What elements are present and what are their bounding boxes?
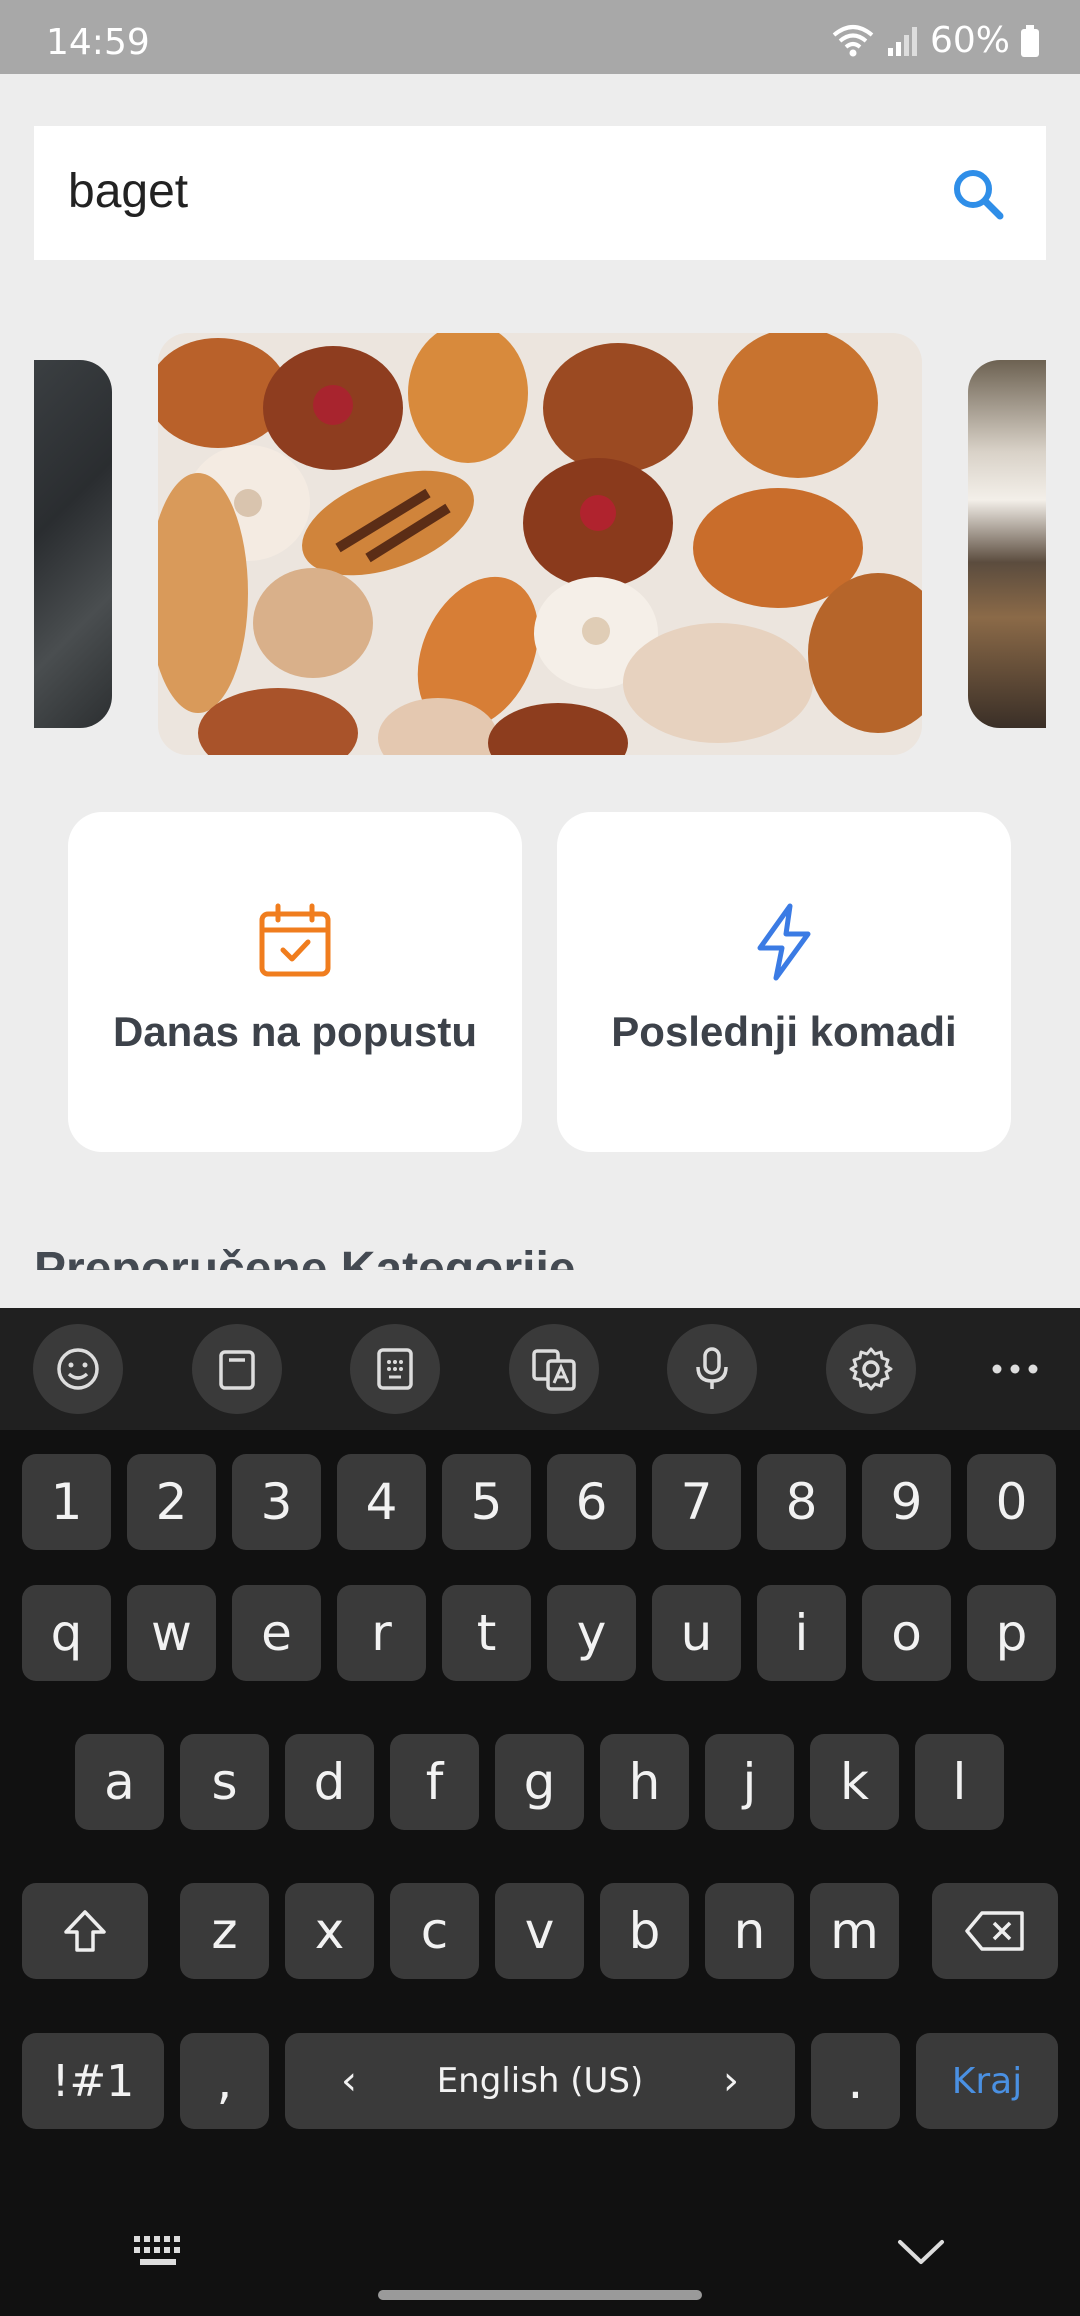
search-icon[interactable] xyxy=(950,166,1006,227)
translate-icon[interactable] xyxy=(509,1324,599,1414)
last-pieces-card[interactable]: Poslednji komadi xyxy=(557,812,1011,1152)
key-f[interactable]: f xyxy=(390,1734,479,1830)
key-c[interactable]: c xyxy=(390,1883,479,1979)
key-7[interactable]: 7 xyxy=(652,1454,741,1550)
key-q[interactable]: q xyxy=(22,1585,111,1681)
backspace-key[interactable] xyxy=(932,1883,1058,1979)
home-indicator[interactable] xyxy=(378,2290,702,2300)
key-z[interactable]: z xyxy=(180,1883,269,1979)
key-r[interactable]: r xyxy=(337,1585,426,1681)
key-6[interactable]: 6 xyxy=(547,1454,636,1550)
keyboard-switch-icon[interactable] xyxy=(132,2234,188,2275)
key-9[interactable]: 9 xyxy=(862,1454,951,1550)
hide-keyboard-icon[interactable] xyxy=(896,2236,946,2271)
calendar-check-icon xyxy=(256,902,334,985)
key-o[interactable]: o xyxy=(862,1585,951,1681)
symbols-key[interactable]: !#1 xyxy=(22,2033,164,2129)
period-key[interactable]: . xyxy=(811,2033,900,2129)
card-label: Poslednji komadi xyxy=(611,1008,957,1055)
status-time: 14:59 xyxy=(46,22,150,63)
key-j[interactable]: j xyxy=(705,1734,794,1830)
carousel-slide-pastries[interactable] xyxy=(158,333,922,755)
more-options-icon[interactable] xyxy=(970,1324,1060,1414)
key-y[interactable]: y xyxy=(547,1585,636,1681)
battery-percent: 60% xyxy=(929,20,1010,61)
space-key[interactable]: ‹ English (US) › xyxy=(285,2033,795,2129)
key-u[interactable]: u xyxy=(652,1585,741,1681)
key-0[interactable]: 0 xyxy=(967,1454,1056,1550)
key-l[interactable]: l xyxy=(915,1734,1004,1830)
section-title: Preporučene Kategorije xyxy=(34,1243,576,1270)
lightning-icon xyxy=(752,902,816,987)
key-3[interactable]: 3 xyxy=(232,1454,321,1550)
key-w[interactable]: w xyxy=(127,1585,216,1681)
key-n[interactable]: n xyxy=(705,1883,794,1979)
keypad-icon[interactable] xyxy=(350,1324,440,1414)
discounts-today-card[interactable]: Danas na popustu xyxy=(68,812,522,1152)
search-input[interactable]: baget xyxy=(68,164,188,219)
backspace-icon xyxy=(965,1911,1024,1951)
card-label: Danas na popustu xyxy=(112,1008,478,1055)
space-label: English (US) xyxy=(436,2061,644,2101)
key-t[interactable]: t xyxy=(442,1585,531,1681)
key-d[interactable]: d xyxy=(285,1734,374,1830)
search-bar[interactable]: baget xyxy=(34,126,1046,260)
key-8[interactable]: 8 xyxy=(757,1454,846,1550)
key-k[interactable]: k xyxy=(810,1734,899,1830)
key-i[interactable]: i xyxy=(757,1585,846,1681)
key-m[interactable]: m xyxy=(810,1883,899,1979)
settings-icon[interactable] xyxy=(826,1324,916,1414)
shift-key[interactable] xyxy=(22,1883,148,1979)
status-bar: 14:59 60% xyxy=(0,0,1080,74)
status-icons: 60% xyxy=(830,20,1040,61)
clipboard-icon[interactable] xyxy=(192,1324,282,1414)
key-1[interactable]: 1 xyxy=(22,1454,111,1550)
wifi-icon xyxy=(830,23,876,59)
pastries-image xyxy=(158,333,922,755)
carousel-slide-previous[interactable] xyxy=(34,360,112,728)
keyboard-toolbar xyxy=(0,1308,1080,1430)
key-v[interactable]: v xyxy=(495,1883,584,1979)
key-g[interactable]: g xyxy=(495,1734,584,1830)
carousel-slide-next[interactable] xyxy=(968,360,1046,728)
comma-key[interactable]: , xyxy=(180,2033,269,2129)
battery-icon xyxy=(1020,24,1040,58)
microphone-icon[interactable] xyxy=(667,1324,757,1414)
done-key[interactable]: Kraj xyxy=(916,2033,1058,2129)
cursor-left-icon: ‹ xyxy=(341,2058,357,2104)
key-h[interactable]: h xyxy=(600,1734,689,1830)
key-e[interactable]: e xyxy=(232,1585,321,1681)
shift-icon xyxy=(64,1910,106,1952)
key-2[interactable]: 2 xyxy=(127,1454,216,1550)
signal-icon xyxy=(886,24,920,58)
key-x[interactable]: x xyxy=(285,1883,374,1979)
emoji-icon[interactable] xyxy=(33,1324,123,1414)
key-a[interactable]: a xyxy=(75,1734,164,1830)
key-p[interactable]: p xyxy=(967,1585,1056,1681)
key-b[interactable]: b xyxy=(600,1883,689,1979)
cursor-right-icon: › xyxy=(723,2058,739,2104)
key-s[interactable]: s xyxy=(180,1734,269,1830)
key-5[interactable]: 5 xyxy=(442,1454,531,1550)
key-4[interactable]: 4 xyxy=(337,1454,426,1550)
